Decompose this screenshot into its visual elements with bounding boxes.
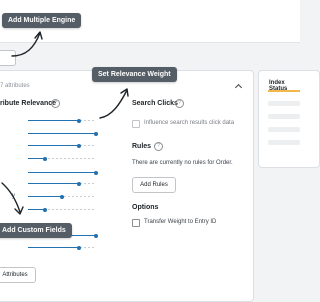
help-icon[interactable]: ? [175,99,184,108]
slider-handle[interactable] [43,207,47,212]
slider-handle[interactable] [94,233,98,238]
options-heading: Options [132,204,159,211]
rules-empty-text: There are currently no rules for Order. [132,160,233,166]
slider-handle[interactable] [77,118,81,123]
slider-handle[interactable] [43,156,47,161]
add-attributes-button[interactable]: Attributes [0,267,36,283]
search-clicks-heading: Search Clicks [132,100,178,107]
help-icon[interactable]: ? [154,142,163,151]
tooltip-relevance-weight: Set Relevance Weight [92,67,177,82]
rules-heading: Rules [132,143,152,150]
slider-handle[interactable] [60,194,64,199]
transfer-weight-label: Transfer Weight to Entry ID [144,219,217,225]
slider-handle[interactable] [94,131,98,136]
help-icon[interactable]: ? [51,99,60,108]
slider-fill [28,172,96,173]
influence-clicks-label: Influence search results click data [144,120,235,126]
skeleton-line [268,114,300,119]
skeleton-line [268,140,300,145]
tooltip-custom-fields: Add Custom Fields [0,223,72,238]
slider-handle[interactable] [77,143,81,148]
slider-fill [28,183,79,184]
influence-clicks-checkbox[interactable] [132,120,140,128]
attributes-count: 7 attributes [0,83,30,89]
slider-handle[interactable] [77,245,81,250]
slider-handle[interactable] [77,181,81,186]
slider-fill [28,196,62,197]
slider-fill [28,145,79,146]
engine-select[interactable] [0,50,16,66]
skeleton-line [268,127,300,132]
slider-fill [28,247,79,248]
slider-fill [28,120,79,121]
attribute-label-partial: y [12,193,15,199]
attribute-relevance-heading: ribute Relevance [0,100,57,107]
transfer-weight-checkbox[interactable] [132,219,140,227]
tooltip-add-engine: Add Multiple Engine [2,13,82,28]
skeleton-line [268,101,300,106]
slider-handle[interactable] [94,170,98,175]
add-rules-button[interactable]: Add Rules [132,177,176,193]
index-status-progress [268,90,300,92]
slider-fill [28,133,96,134]
